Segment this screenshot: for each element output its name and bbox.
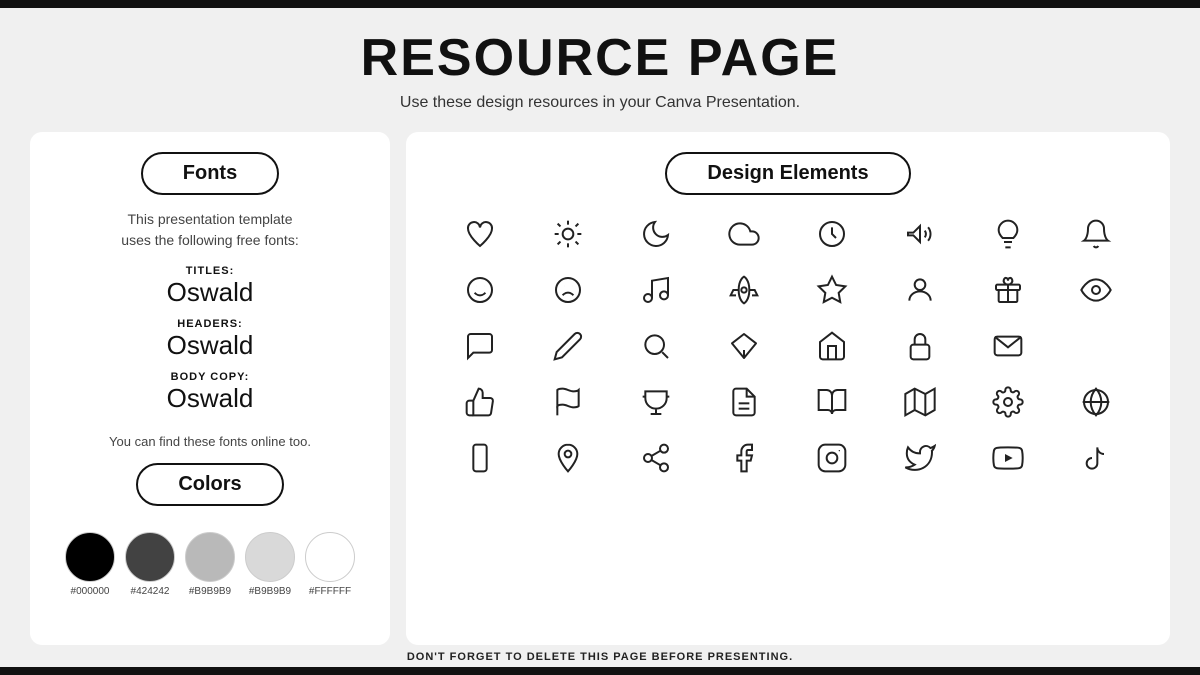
location-icon: [543, 433, 593, 483]
share-icon: [631, 433, 681, 483]
phone-icon: [455, 433, 505, 483]
icons-row-1: [436, 209, 1140, 259]
megaphone-icon: [895, 209, 945, 259]
moon-icon: [631, 209, 681, 259]
colors-label: Colors: [136, 463, 283, 506]
swatch-color-4: [245, 532, 295, 582]
footer-note: DON'T FORGET TO DELETE THIS PAGE BEFORE …: [30, 645, 1170, 667]
map-icon: [895, 377, 945, 427]
titles-font-entry: TITLES: Oswald: [167, 265, 254, 308]
cloud-icon: [719, 209, 769, 259]
rocket-icon: [719, 265, 769, 315]
mail-icon: [983, 321, 1033, 371]
pin-icon: [719, 321, 769, 371]
placeholder-3: [1071, 321, 1121, 371]
tiktok-icon: [1071, 433, 1121, 483]
headers-label: HEADERS:: [167, 318, 254, 330]
page-title: RESOURCE PAGE: [361, 28, 840, 88]
headers-font-entry: HEADERS: Oswald: [167, 318, 254, 361]
fonts-label: Fonts: [141, 152, 279, 195]
home-icon: [807, 321, 857, 371]
design-elements-label: Design Elements: [665, 152, 910, 195]
star-icon: [807, 265, 857, 315]
bell-icon: [1071, 209, 1121, 259]
icons-grid: [436, 209, 1140, 483]
bodycopy-label: BODY COPY:: [167, 371, 254, 383]
swatch-4: #B9B9B9: [245, 532, 295, 597]
swatch-label-3: #B9B9B9: [189, 586, 231, 597]
swatch-2: #424242: [125, 532, 175, 597]
globe-icon: [1071, 377, 1121, 427]
lightbulb-icon: [983, 209, 1033, 259]
left-panel: Fonts This presentation templateuses the…: [30, 132, 390, 645]
icons-row-4: [436, 377, 1140, 427]
lock-icon: [895, 321, 945, 371]
right-panel: Design Elements: [406, 132, 1170, 645]
youtube-icon: [983, 433, 1033, 483]
fonts-description: This presentation templateuses the follo…: [121, 209, 298, 251]
pencil-icon: [543, 321, 593, 371]
panels: Fonts This presentation templateuses the…: [30, 132, 1170, 645]
fonts-note: You can find these fonts online too.: [109, 434, 311, 449]
music-icon: [631, 265, 681, 315]
heart-icon: [455, 209, 505, 259]
main-content: RESOURCE PAGE Use these design resources…: [0, 8, 1200, 667]
thumbsup-icon: [455, 377, 505, 427]
swatch-label-5: #FFFFFF: [309, 586, 351, 597]
swatch-color-5: [305, 532, 355, 582]
swatch-label-4: #B9B9B9: [249, 586, 291, 597]
bottom-bar: [0, 667, 1200, 675]
titles-value: Oswald: [167, 277, 254, 308]
sad-face-icon: [543, 265, 593, 315]
flag-icon: [543, 377, 593, 427]
clock-icon: [807, 209, 857, 259]
facebook-icon: [719, 433, 769, 483]
trophy-icon: [631, 377, 681, 427]
top-bar: [0, 0, 1200, 8]
swatch-color-3: [185, 532, 235, 582]
swatch-5: #FFFFFF: [305, 532, 355, 597]
eye-icon: [1071, 265, 1121, 315]
happy-face-icon: [455, 265, 505, 315]
sun-icon: [543, 209, 593, 259]
headers-value: Oswald: [167, 330, 254, 361]
page-subtitle: Use these design resources in your Canva…: [400, 94, 800, 112]
bodycopy-value: Oswald: [167, 383, 254, 414]
chat-icon: [455, 321, 505, 371]
document-icon: [719, 377, 769, 427]
titles-label: TITLES:: [167, 265, 254, 277]
bodycopy-font-entry: BODY COPY: Oswald: [167, 371, 254, 414]
gift-icon: [983, 265, 1033, 315]
swatch-label-2: #424242: [131, 586, 170, 597]
icons-row-5: [436, 433, 1140, 483]
swatch-label-1: #000000: [71, 586, 110, 597]
gear-icon: [983, 377, 1033, 427]
swatch-color-2: [125, 532, 175, 582]
swatch-color-1: [65, 532, 115, 582]
colors-swatches: #000000 #424242 #B9B9B9 #B9B9B9 #FFFFFF: [65, 532, 355, 597]
icons-row-3: [436, 321, 1140, 371]
instagram-icon: [807, 433, 857, 483]
person-icon: [895, 265, 945, 315]
twitter-icon: [895, 433, 945, 483]
swatch-3: #B9B9B9: [185, 532, 235, 597]
book-icon: [807, 377, 857, 427]
swatch-1: #000000: [65, 532, 115, 597]
search-icon: [631, 321, 681, 371]
icons-row-2: [436, 265, 1140, 315]
